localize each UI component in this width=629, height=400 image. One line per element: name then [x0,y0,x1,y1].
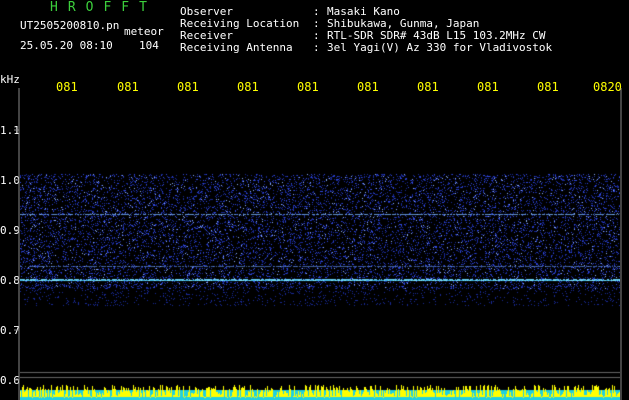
spectrogram-plot [20,96,620,400]
